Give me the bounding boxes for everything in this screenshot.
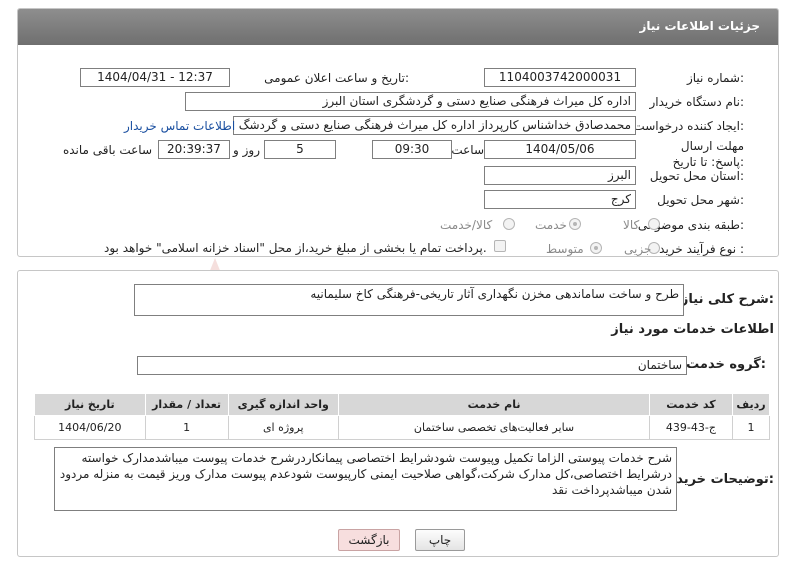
category-goods-radio[interactable] (648, 218, 660, 230)
table-row[interactable]: 1 ج-43-439 سایر فعالیت‌های تخصصی ساختمان… (34, 415, 771, 440)
requester-field[interactable]: محمدصادق خداشناس کارپرداز اداره کل میراث… (233, 116, 636, 135)
col-service-code: کد خدمت (649, 393, 733, 416)
province-field[interactable]: البرز (484, 166, 636, 185)
announce-field[interactable]: 1404/04/31 - 12:37 (80, 68, 230, 87)
cell-need-date: 1404/06/20 (34, 415, 146, 440)
col-quantity: تعداد / مقدار (144, 393, 229, 416)
treasury-checkbox[interactable] (494, 240, 506, 252)
services-title: اطلاعات خدمات مورد نیاز (611, 322, 774, 337)
process-minor-label: جزیی (624, 242, 652, 256)
service-group-label: گروه خدمت: (686, 357, 766, 372)
process-medium-label: متوسط (546, 242, 584, 256)
panel-title: جزئیات اطلاعات نیاز (639, 19, 760, 33)
payment-note: پرداخت تمام یا بخشی از مبلغ خرید،از محل … (104, 241, 487, 255)
remaining-label: ساعت باقی مانده (62, 143, 152, 157)
back-button[interactable]: بازگشت (338, 529, 400, 551)
cell-unit: پروژه ای (227, 415, 340, 440)
province-label: استان محل تحویل: (649, 169, 744, 183)
table-header-row: ردیف کد خدمت نام خدمت واحد اندازه گیری ت… (34, 393, 771, 416)
days-field[interactable]: 5 (264, 140, 336, 159)
cell-row: 1 (731, 415, 771, 440)
requester-label: ایجاد کننده درخواست: (633, 119, 744, 133)
deadline-time-field[interactable]: 09:30 (372, 140, 452, 159)
deadline-date-field[interactable]: 1404/05/06 (484, 140, 636, 159)
category-service-radio[interactable] (569, 218, 581, 230)
deadline-label: مهلت ارسال پاسخ: تا تاریخ: (672, 139, 744, 169)
category-service-label: خدمت (535, 218, 567, 232)
announce-label: تاریخ و ساعت اعلان عمومی: (264, 71, 409, 85)
buyer-notes-textarea[interactable]: شرح خدمات پیوستی الزاما تکمیل وپیوست شود… (54, 447, 677, 511)
need-number-label: شماره نیاز: (686, 71, 744, 85)
col-need-date: تاریخ نیاز (34, 393, 146, 416)
days-label: روز و (233, 143, 260, 157)
buyer-org-label: نام دستگاه خریدار: (649, 95, 745, 109)
category-goods-service-label: کالا/خدمت (440, 218, 493, 232)
buyer-contact-link[interactable]: اطلاعات تماس خریدار (124, 119, 235, 133)
buyer-org-field[interactable]: اداره کل میراث فرهنگی صنایع دستی و گردشگ… (185, 92, 636, 111)
cell-service-name: سایر فعالیت‌های تخصصی ساختمان (338, 415, 650, 440)
panel-header: جزئیات اطلاعات نیاز (18, 9, 778, 45)
summary-label: شرح کلی نیاز: (680, 292, 774, 307)
col-row: ردیف (731, 393, 771, 416)
services-table: ردیف کد خدمت نام خدمت واحد اندازه گیری ت… (34, 393, 771, 440)
category-goods-label: کالا (623, 218, 640, 232)
print-button[interactable]: چاپ (415, 529, 465, 551)
remaining-time-field[interactable]: 20:39:37 (158, 140, 230, 159)
process-label: نوع فرآیند خرید : (659, 242, 744, 256)
need-number-field[interactable]: 1104003742000031 (484, 68, 636, 87)
cell-quantity: 1 (144, 415, 229, 440)
buyer-notes-label: توضیحات خریدار: (664, 472, 774, 487)
service-group-field[interactable]: ساختمان (137, 356, 687, 375)
category-goods-service-radio[interactable] (503, 218, 515, 230)
summary-textarea[interactable]: طرح و ساخت ساماندهی مخزن نگهداری آثار تا… (134, 284, 684, 316)
city-field[interactable]: کرج (484, 190, 636, 209)
process-medium-radio[interactable] (590, 242, 602, 254)
city-label: شهر محل تحویل: (657, 193, 744, 207)
deadline-time-label: ساعت (451, 143, 484, 157)
col-service-name: نام خدمت (338, 393, 650, 416)
cell-service-code: ج-43-439 (649, 415, 733, 440)
col-unit: واحد اندازه گیری (227, 393, 340, 416)
